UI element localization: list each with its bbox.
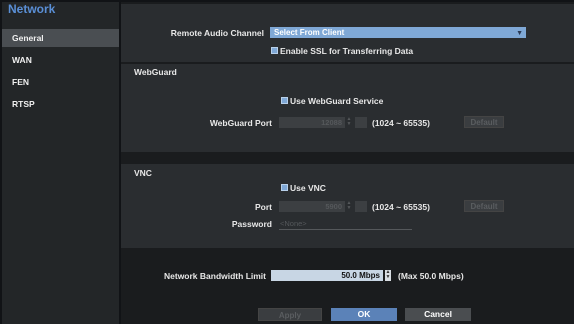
ssl-checkbox[interactable]: [271, 47, 278, 54]
remote-audio-value: Select From Client: [274, 28, 345, 37]
sidebar-item-fen[interactable]: FEN: [2, 73, 119, 91]
vnc-password-input[interactable]: <None>: [280, 219, 307, 228]
chevron-down-icon: ▼: [516, 30, 523, 37]
sidebar-title: Network: [8, 2, 56, 16]
vnc-port-stepper[interactable]: ▲ ▼: [346, 201, 352, 212]
vnc-checkbox[interactable]: [281, 184, 288, 191]
vnc-title: VNC: [134, 168, 152, 178]
vnc-port-extra: [355, 201, 367, 212]
remote-audio-label: Remote Audio Channel: [170, 28, 264, 38]
webguard-default-button[interactable]: Default: [464, 116, 504, 128]
ssl-label: Enable SSL for Transferring Data: [280, 46, 414, 56]
vnc-port-input[interactable]: 5900: [279, 201, 345, 212]
sidebar-item-general[interactable]: General: [2, 29, 119, 47]
webguard-port-label: WebGuard Port: [209, 118, 272, 128]
remote-audio-select[interactable]: Select From Client ▼: [270, 27, 526, 38]
webguard-checkbox[interactable]: [281, 97, 288, 104]
vnc-password-label: Password: [231, 219, 272, 229]
bandwidth-stepper[interactable]: ▲ ▼: [385, 270, 391, 281]
apply-button[interactable]: Apply: [258, 308, 322, 321]
webguard-port-input[interactable]: 12088: [279, 117, 345, 128]
webguard-port-stepper[interactable]: ▲ ▼: [346, 117, 352, 128]
sidebar-item-wan[interactable]: WAN: [2, 51, 119, 69]
webguard-title: WebGuard: [134, 67, 177, 77]
cancel-button[interactable]: Cancel: [405, 308, 471, 321]
ok-button[interactable]: OK: [331, 308, 397, 321]
bandwidth-label: Network Bandwidth Limit: [164, 271, 266, 281]
webguard-panel: [121, 64, 574, 152]
bandwidth-input[interactable]: 50.0 Mbps: [271, 270, 383, 281]
webguard-range: (1024 ~ 65535): [372, 118, 430, 128]
webguard-port-extra: [355, 117, 367, 128]
bandwidth-max: (Max 50.0 Mbps): [398, 271, 464, 281]
vnc-default-button[interactable]: Default: [464, 200, 504, 212]
vnc-password-underline: [279, 229, 412, 230]
webguard-use-label: Use WebGuard Service: [290, 96, 384, 106]
sidebar: Network General WAN FEN RTSP: [2, 2, 119, 324]
vnc-range: (1024 ~ 65535): [372, 202, 430, 212]
vnc-use-label: Use VNC: [290, 183, 326, 193]
vnc-port-label: Port: [255, 202, 272, 212]
sidebar-item-rtsp[interactable]: RTSP: [2, 95, 119, 113]
